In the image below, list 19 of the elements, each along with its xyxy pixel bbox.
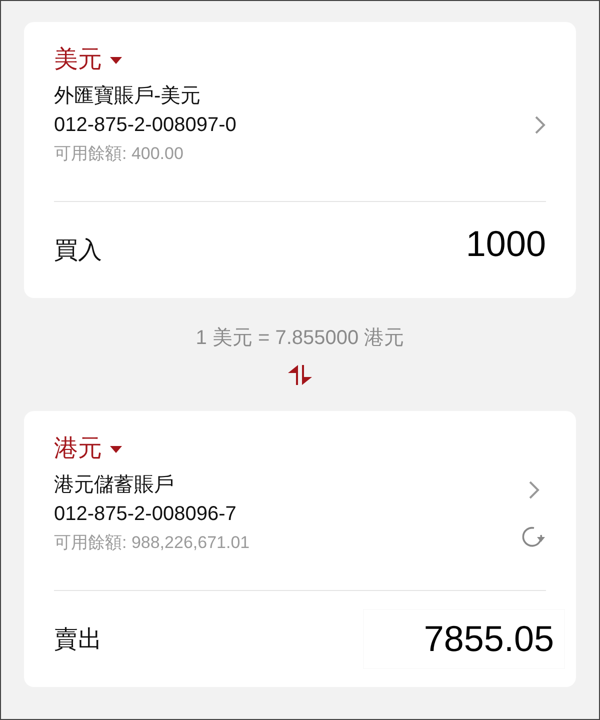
transaction-type: 買入 — [54, 236, 102, 266]
chevron-right-icon[interactable] — [534, 114, 546, 134]
exchange-rate: 1 美元 = 7.855000 港元 — [196, 326, 404, 351]
swap-icon[interactable] — [287, 365, 313, 385]
account-number: 012-875-2-008097-0 — [54, 113, 236, 138]
available-balance: 可用餘額: 400.00 — [54, 143, 184, 165]
account-name: 外匯寶賬戶-美元 — [54, 84, 202, 109]
chevron-right-icon[interactable] — [528, 480, 540, 500]
amount: 1000 — [466, 223, 546, 265]
caret-icon — [110, 56, 122, 64]
account-number: 012-875-2-008096-7 — [54, 502, 238, 527]
account-name: 港元儲蓄賬戶 — [54, 473, 175, 498]
currency-selector[interactable]: 美元 — [54, 44, 122, 76]
transaction-type: 賣出 — [54, 625, 102, 655]
refresh-icon[interactable] — [522, 526, 546, 548]
caret-icon — [110, 446, 122, 452]
currency-selector[interactable]: 港元 — [54, 433, 122, 465]
available-balance: 可用餘額: 988,226,671.01 — [54, 532, 250, 554]
amount-field[interactable]: 7855.05 — [364, 610, 564, 668]
